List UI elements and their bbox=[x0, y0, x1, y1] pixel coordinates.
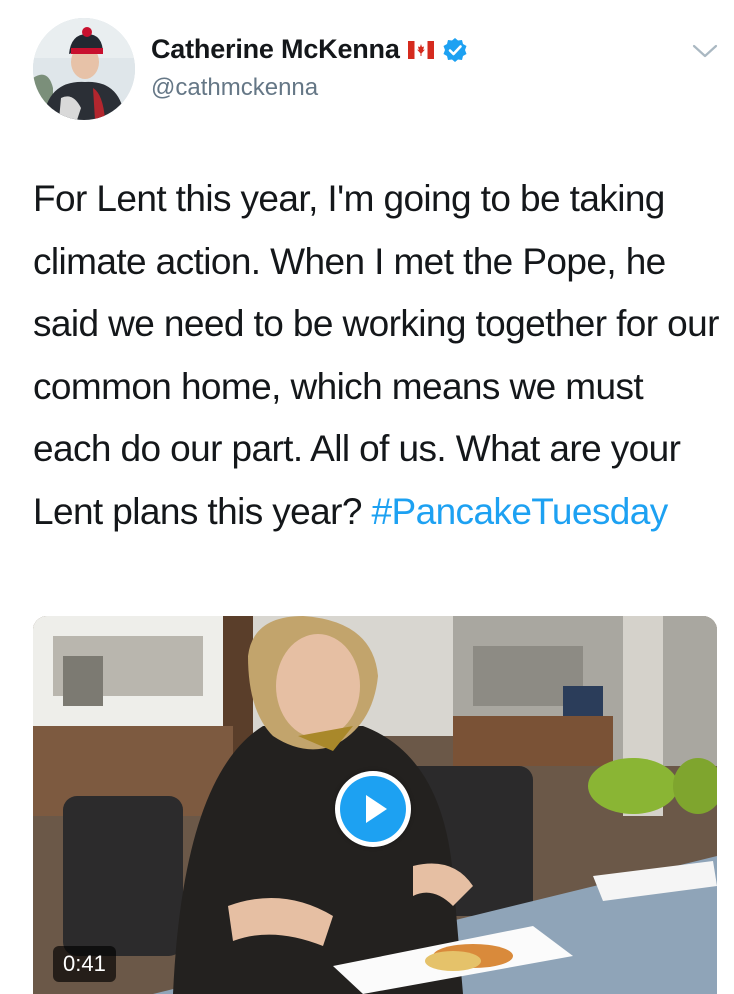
video-player[interactable]: 0:41 bbox=[33, 616, 717, 994]
video-duration-badge: 0:41 bbox=[53, 946, 116, 982]
hashtag-link[interactable]: #PancakeTuesday bbox=[372, 491, 669, 532]
tweet-text: For Lent this year, I'm going to be taki… bbox=[33, 168, 723, 543]
author-name-row[interactable]: Catherine McKenna bbox=[151, 34, 468, 65]
chevron-down-icon[interactable] bbox=[690, 40, 720, 62]
play-icon bbox=[340, 776, 406, 842]
play-button[interactable] bbox=[335, 771, 411, 847]
avatar-image bbox=[33, 18, 135, 120]
verified-badge-icon bbox=[442, 37, 468, 63]
author-handle[interactable]: @cathmckenna bbox=[151, 74, 318, 102]
canada-flag-icon bbox=[407, 40, 434, 59]
author-name[interactable]: Catherine McKenna bbox=[151, 34, 400, 65]
author-avatar[interactable] bbox=[33, 18, 135, 120]
tweet-body: For Lent this year, I'm going to be taki… bbox=[33, 178, 719, 532]
